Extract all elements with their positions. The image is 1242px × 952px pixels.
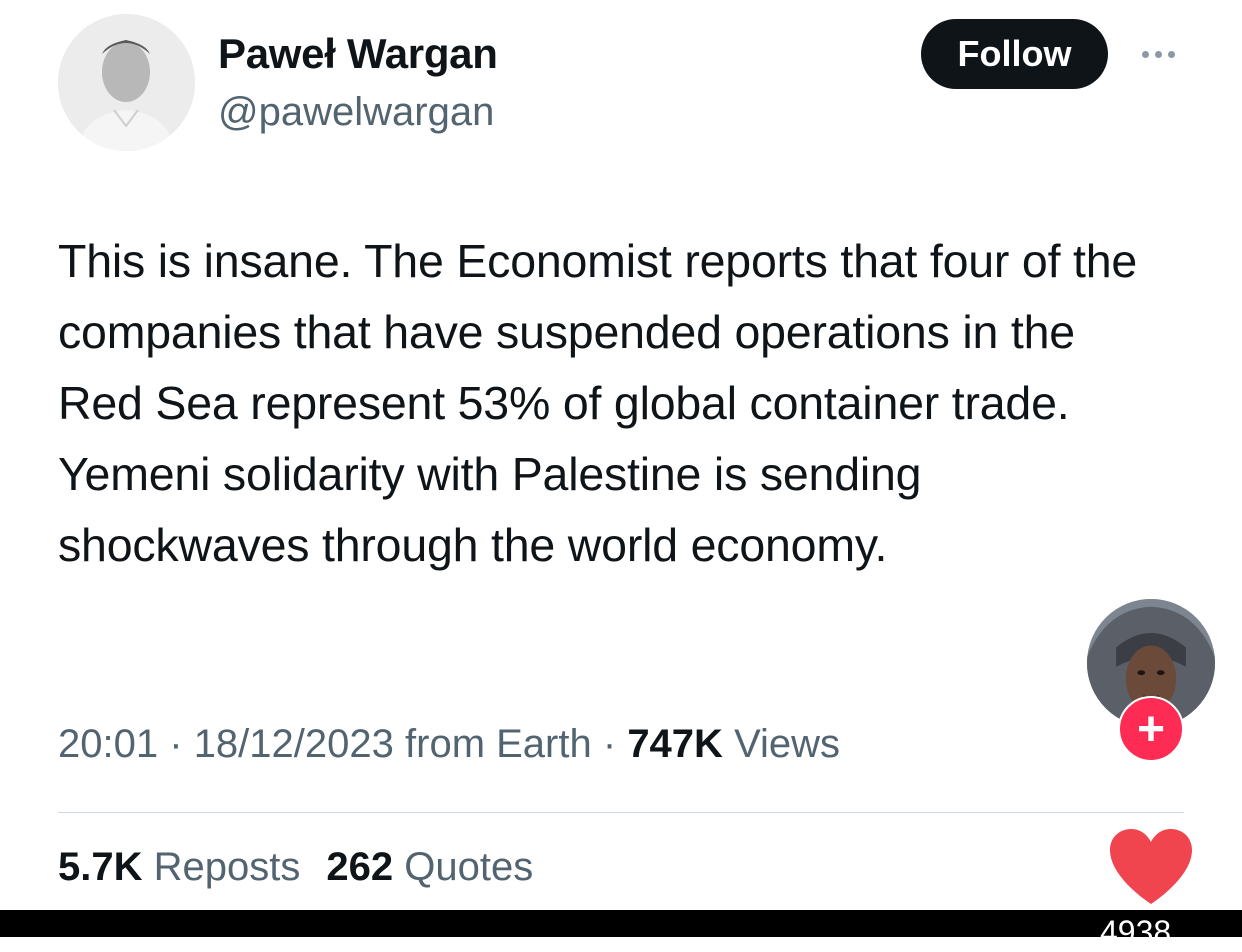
- quotes-label: Quotes: [404, 845, 534, 889]
- meta-separator: ·: [602, 722, 617, 766]
- divider: [58, 812, 1184, 813]
- author-name[interactable]: Paweł Wargan: [218, 30, 498, 78]
- reposts-label: Reposts: [153, 845, 301, 889]
- dot: [1141, 50, 1149, 58]
- views-label: Views: [734, 722, 841, 766]
- meta-separator: ·: [169, 722, 183, 766]
- tweet-meta: 20:01 · 18/12/2023 from Earth · 747K Vie…: [58, 722, 840, 767]
- reposts-count: 5.7K: [58, 845, 143, 889]
- more-horizontal-icon[interactable]: [1134, 38, 1182, 70]
- dot: [1167, 50, 1175, 58]
- like-count: 4938: [1100, 914, 1172, 950]
- author-avatar[interactable]: [58, 14, 195, 151]
- reposts-link[interactable]: 5.7K Reposts: [58, 845, 300, 889]
- views-count: 747K: [627, 722, 723, 766]
- tweet-date[interactable]: 18/12/2023: [194, 722, 394, 766]
- tweet-stats: 5.7K Reposts 262 Quotes: [58, 845, 533, 890]
- follow-button[interactable]: Follow: [921, 19, 1108, 89]
- dot: [1154, 50, 1162, 58]
- author-photo: [58, 14, 195, 151]
- bottom-bar: [0, 910, 1242, 937]
- follow-creator-plus-button[interactable]: +: [1118, 696, 1184, 762]
- author-handle[interactable]: @pawelwargan: [218, 90, 494, 135]
- tweet-text: This is insane. The Economist reports th…: [58, 235, 1138, 571]
- quotes-count: 262: [326, 845, 394, 889]
- quotes-link[interactable]: 262 Quotes: [326, 845, 533, 889]
- tweet-time[interactable]: 20:01: [58, 722, 158, 766]
- heart-icon[interactable]: [1106, 826, 1196, 906]
- tweet-source: from Earth: [405, 722, 592, 766]
